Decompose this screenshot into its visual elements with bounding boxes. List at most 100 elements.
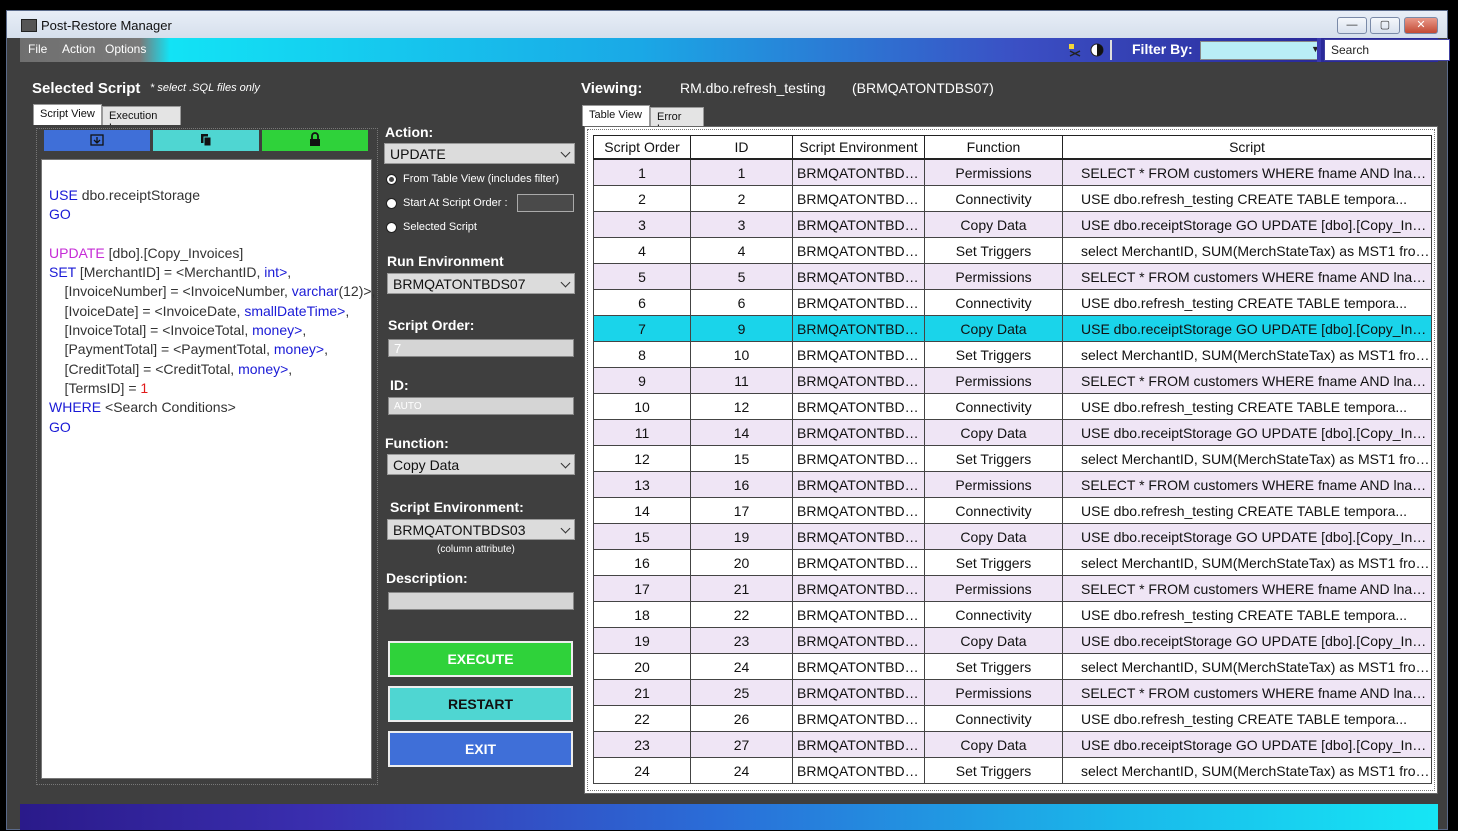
table-row[interactable]: 15 19 BRMQATONTBDS03 Copy Data USE dbo.recei… [593,523,1432,550]
column-header[interactable]: Script Order [593,135,691,160]
table-row[interactable]: 22 26 BRMQATONTBDS04 Connectivity USE dbo.re… [593,705,1432,732]
sort-filter-icon[interactable] [1068,43,1082,57]
theme-toggle-icon[interactable] [1090,43,1104,57]
table-row[interactable]: 19 23 BRMQATONTBDS03 Copy Data USE dbo.recei… [593,627,1432,654]
table-row[interactable]: 18 22 BRMQATONTBDS04 Connectivity USE dbo.re… [593,601,1432,628]
column-header[interactable]: Script [1062,135,1432,160]
start-order-input[interactable] [517,194,574,212]
close-button[interactable]: ✕ [1404,17,1438,34]
table-row[interactable]: 11 14 BRMQATONTBDS03 Copy Data USE dbo.recei… [593,419,1432,446]
table-cell: BRMQATONTBDS02 [792,679,925,706]
table-cell: 19 [690,523,793,550]
tab-execution-log[interactable]: Execution Log [102,106,181,134]
table-cell: BRMQATONTBDS04 [792,601,925,628]
table-row[interactable]: 1 1 BRMQATONTBDS02 Permissions SELECT * FROM… [593,158,1432,186]
minimize-button[interactable]: — [1337,17,1367,34]
table-cell: 3 [593,211,691,238]
description-input[interactable] [388,592,574,610]
table-row[interactable]: 13 16 BRMQATONTBDS02 Permissions SELECT * FR… [593,471,1432,498]
table-cell: SELECT * FROM customers WHERE fname AND … [1062,158,1432,186]
id-label: ID: [390,377,409,393]
script-environment-dropdown[interactable]: BRMQATONTBDS03 [387,519,575,540]
menu-options[interactable]: Options [105,42,146,56]
table-cell: 24 [690,757,793,784]
filter-dropdown[interactable] [1200,41,1318,60]
tab-table-view[interactable]: Table View [582,105,650,126]
table-row[interactable]: 21 25 BRMQATONTBDS02 Permissions SELECT * FR… [593,679,1432,706]
table-cell: 24 [690,653,793,680]
table-cell: 17 [690,497,793,524]
script-table-container: Script Order ID Script Environment Function… [584,126,1438,794]
lock-button[interactable] [262,130,368,151]
column-header[interactable]: ID [690,135,793,160]
function-label: Function: [385,435,449,451]
table-cell: select MerchantID, SUM(MerchStateTax) as… [1062,445,1432,472]
table-cell: USE dbo.refresh_testing CREATE TABLE tem… [1062,497,1432,524]
table-cell: 20 [593,653,691,680]
table-row[interactable]: 8 10 BRMQATONTBDS09 Set Triggers select Merc… [593,341,1432,368]
exit-button[interactable]: EXIT [388,731,573,767]
radio-selected-script[interactable] [386,222,397,233]
search-input[interactable]: Search [1324,39,1450,61]
table-row[interactable]: 12 15 BRMQATONTBDS09 Set Triggers select Mer… [593,445,1432,472]
table-row[interactable]: 17 21 BRMQATONTBDS02 Permissions SELECT * FR… [593,575,1432,602]
table-cell: 8 [593,341,691,368]
table-cell: Copy Data [924,627,1063,654]
table-cell: Permissions [924,679,1063,706]
table-cell: BRMQATONTBDS09 [792,445,925,472]
table-row[interactable]: 7 9 BRMQATONTBDS03 Copy Data USE dbo.receipt… [593,315,1432,342]
menu-action[interactable]: Action [62,42,95,56]
code-token: varchar [291,283,339,300]
app-window: Post-Restore Manager — ▢ ✕ File Action O… [6,10,1450,830]
radio-start-at-order[interactable] [386,198,397,209]
table-cell: Copy Data [924,315,1063,342]
radio-from-table-view[interactable] [386,174,397,185]
table-cell: Connectivity [924,289,1063,316]
table-row[interactable]: 4 4 BRMQATONTBDS09 Set Triggers select Merch… [593,237,1432,264]
script-order-input[interactable]: 7 [388,339,574,357]
function-value: Copy Data [393,457,460,473]
column-header[interactable]: Function [924,135,1063,160]
table-cell: 3 [690,211,793,238]
chevron-down-icon [560,147,571,158]
column-header[interactable]: Script Environment [792,135,925,160]
menu-file[interactable]: File [28,42,47,56]
lock-icon [310,132,320,146]
restart-button[interactable]: RESTART [388,686,573,722]
table-row[interactable]: 2 2 BRMQATONTBDS04 Connectivity USE dbo.refr… [593,185,1432,212]
maximize-button[interactable]: ▢ [1370,17,1400,34]
table-row[interactable]: 20 24 BRMQATONTBDS09 Set Triggers select Mer… [593,653,1432,680]
table-cell: BRMQATONTBDS09 [792,653,925,680]
copy-button[interactable] [153,130,259,151]
table-row[interactable]: 10 12 BRMQATONTBDS04 Connectivity USE dbo.re… [593,393,1432,420]
selected-script-title: Selected Script [32,80,141,97]
execute-button[interactable]: EXECUTE [388,641,573,677]
table-row[interactable]: 14 17 BRMQATONTBDS04 Connectivity USE dbo.re… [593,497,1432,524]
open-file-button[interactable] [44,130,150,151]
table-row[interactable]: 6 6 BRMQATONTBDS04 Connectivity USE dbo.refr… [593,289,1432,316]
tab-error-log[interactable]: Error Log [650,107,704,135]
table-row[interactable]: 5 5 BRMQATONTBDS02 Permissions SELECT * FROM… [593,263,1432,290]
code-token: WHERE [49,399,102,416]
table-cell: Permissions [924,575,1063,602]
id-input[interactable]: AUTO [388,397,574,415]
table-row[interactable]: 9 11 BRMQATONTBDS02 Permissions SELECT * FRO… [593,367,1432,394]
run-environment-dropdown[interactable]: BRMQATONTBDS07 [387,273,575,294]
table-row[interactable]: 3 3 BRMQATONTBDS03 Copy Data USE dbo.receipt… [593,211,1432,238]
table-cell: 5 [593,263,691,290]
table-row[interactable]: 24 24 BRMQATONTBDS09 Set Triggers select Mer… [593,757,1432,784]
folder-icon [90,134,104,146]
table-row[interactable]: 16 20 BRMQATONTBDS09 Set Triggers select Mer… [593,549,1432,576]
function-dropdown[interactable]: Copy Data [387,454,575,475]
code-token: money> [238,360,289,377]
table-cell: BRMQATONTBDS03 [792,419,925,446]
table-cell: Set Triggers [924,237,1063,264]
table-cell: SELECT * FROM customers WHERE fname AND … [1062,367,1432,394]
table-cell: 22 [593,705,691,732]
table-cell: 24 [593,757,691,784]
action-dropdown[interactable]: UPDATE [384,143,575,164]
tab-script-view[interactable]: Script View [33,104,102,125]
table-row[interactable]: 23 27 BRMQATONTBDS03 Copy Data USE dbo.recei… [593,731,1432,758]
code-token: [PaymentTotal] = <PaymentTotal, [49,341,274,358]
